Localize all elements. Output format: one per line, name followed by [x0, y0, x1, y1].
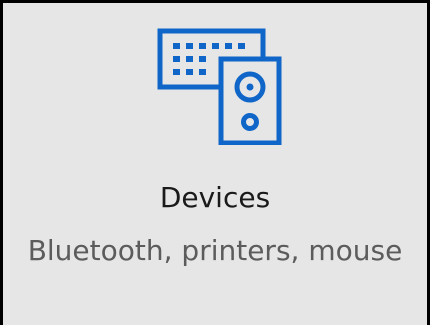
tile-description: Bluetooth, printers, mouse [27, 234, 403, 267]
devices-icon [157, 28, 282, 145]
tile-title: Devices [159, 181, 271, 214]
devices-settings-tile[interactable]: Devices Bluetooth, printers, mouse [0, 0, 430, 325]
